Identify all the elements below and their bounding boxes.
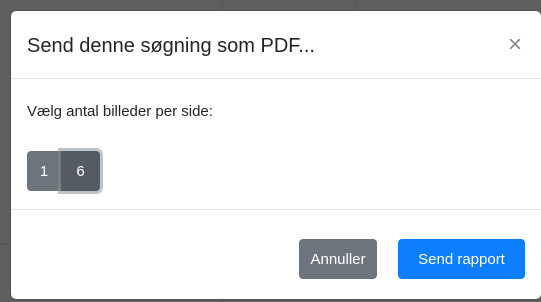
cancel-button[interactable]: Annuller [299,239,377,279]
images-per-page-options: 1 6 [27,151,100,191]
send-pdf-dialog: Send denne søgning som PDF... × Vælg ant… [11,11,541,299]
close-icon[interactable]: × [505,33,525,57]
option-1-button[interactable]: 1 [27,151,61,191]
dialog-header: Send denne søgning som PDF... × [11,11,541,79]
dialog-footer: Annuller Send rapport [11,210,541,299]
images-per-page-label: Vælg antal billeder per side: [27,103,213,120]
dialog-body: Vælg antal billeder per side: 1 6 [11,79,541,210]
send-report-button[interactable]: Send rapport [398,239,525,279]
dialog-title: Send denne søgning som PDF... [27,35,315,57]
option-6-button[interactable]: 6 [61,151,100,191]
